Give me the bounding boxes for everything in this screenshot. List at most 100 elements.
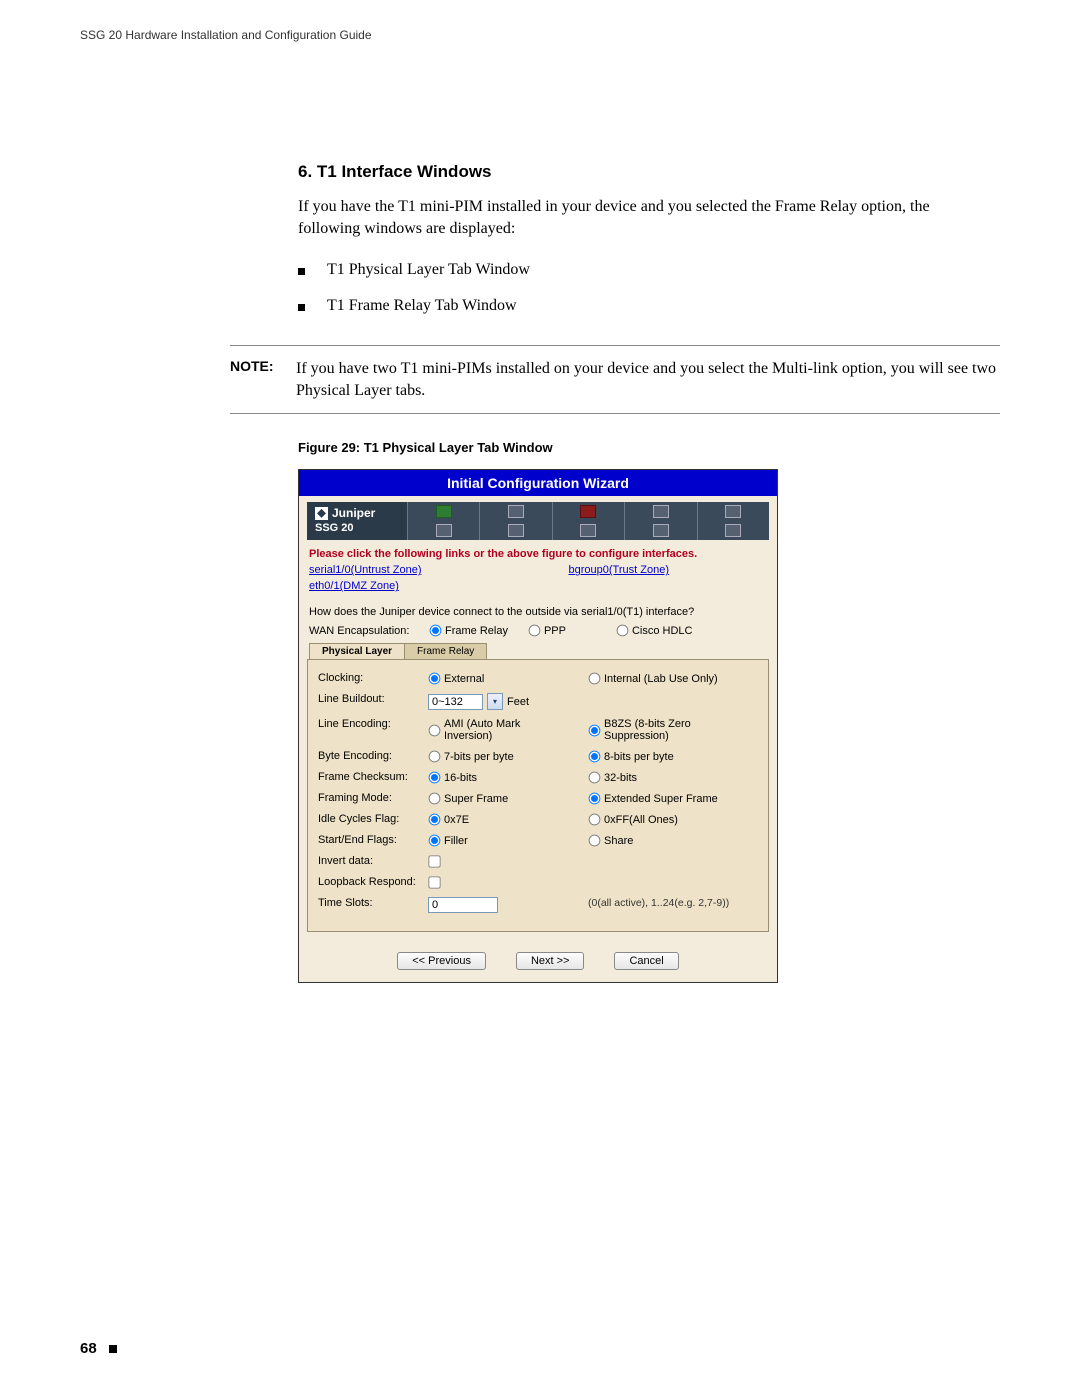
tab-frame-relay[interactable]: Frame Relay — [405, 643, 487, 659]
port-icon[interactable] — [436, 505, 452, 518]
radio-label: 0x7E — [444, 814, 469, 826]
field-label: Byte Encoding: — [318, 750, 428, 762]
radio-label: 7-bits per byte — [444, 751, 514, 763]
intro-paragraph: If you have the T1 mini-PIM installed in… — [298, 196, 940, 239]
tab-physical-layer[interactable]: Physical Layer — [309, 643, 405, 659]
bullet-icon — [298, 304, 305, 311]
radio-input[interactable] — [429, 673, 441, 685]
radio-input[interactable] — [429, 835, 441, 847]
radio-label: Frame Relay — [445, 625, 508, 637]
radio-input[interactable] — [589, 793, 601, 805]
radio-input[interactable] — [589, 673, 601, 685]
port-icon[interactable] — [508, 505, 524, 518]
radio-label: Filler — [444, 835, 468, 847]
port-icon[interactable] — [653, 524, 669, 537]
checkbox-loopback[interactable] — [428, 877, 440, 889]
radio-ppp[interactable]: PPP — [528, 624, 566, 637]
juniper-logo-icon — [315, 507, 328, 520]
row-line-buildout: Line Buildout: ▾ Feet — [318, 693, 758, 710]
radio-32bits[interactable]: 32-bits — [588, 771, 637, 784]
radio-input[interactable] — [589, 772, 601, 784]
radio-input[interactable] — [589, 725, 601, 737]
device-badge: Juniper SSG 20 — [307, 502, 407, 540]
radio-input[interactable] — [430, 625, 442, 637]
port-icon[interactable] — [580, 524, 596, 537]
port-icon[interactable] — [725, 505, 741, 518]
radio-label: Super Frame — [444, 793, 508, 805]
wizard-banner: Juniper SSG 20 — [299, 496, 777, 540]
port-icon[interactable] — [508, 524, 524, 537]
footer-square-icon — [109, 1345, 117, 1353]
radio-input[interactable] — [589, 835, 601, 847]
running-head: SSG 20 Hardware Installation and Configu… — [80, 28, 1000, 42]
wizard-title: Initial Configuration Wizard — [299, 470, 777, 496]
field-label: Frame Checksum: — [318, 771, 428, 783]
device-model: SSG 20 — [315, 522, 399, 534]
radio-cisco-hdlc[interactable]: Cisco HDLC — [616, 624, 693, 637]
radio-label: 16-bits — [444, 772, 477, 784]
radio-label: AMI (Auto Mark Inversion) — [444, 718, 568, 742]
radio-label: Cisco HDLC — [632, 625, 693, 637]
row-line-encoding: Line Encoding: AMI (Auto Mark Inversion)… — [318, 718, 758, 742]
radio-7bits[interactable]: 7-bits per byte — [428, 750, 514, 763]
port-icon[interactable] — [725, 524, 741, 537]
link-bgroup-interface[interactable]: bgroup0(Trust Zone) — [569, 564, 669, 576]
link-eth-interface[interactable]: eth0/1(DMZ Zone) — [309, 580, 399, 592]
radio-input[interactable] — [429, 725, 441, 737]
radio-share[interactable]: Share — [588, 834, 633, 847]
radio-0xff[interactable]: 0xFF(All Ones) — [588, 813, 678, 826]
bullet-item: T1 Physical Layer Tab Window — [298, 261, 1000, 279]
tab-strip: Physical Layer Frame Relay — [299, 643, 777, 659]
previous-button[interactable]: << Previous — [397, 952, 486, 970]
port-icon[interactable] — [580, 505, 596, 518]
wan-encaps-label: WAN Encapsulation: — [309, 625, 429, 637]
port-icon[interactable] — [436, 524, 452, 537]
radio-b8zs[interactable]: B8ZS (8-bits Zero Suppression) — [588, 718, 738, 742]
bullet-list: T1 Physical Layer Tab Window T1 Frame Re… — [298, 261, 1000, 315]
row-invert-data: Invert data: — [318, 855, 758, 868]
radio-input[interactable] — [429, 751, 441, 763]
radio-clocking-external[interactable]: External — [428, 672, 484, 685]
radio-super-frame[interactable]: Super Frame — [428, 792, 508, 805]
radio-label: 8-bits per byte — [604, 751, 674, 763]
page-number: 68 — [80, 1340, 97, 1357]
wizard-panel: Initial Configuration Wizard Juniper SSG… — [298, 469, 778, 983]
note-block: NOTE: If you have two T1 mini-PIMs insta… — [230, 345, 1000, 414]
cancel-button[interactable]: Cancel — [614, 952, 678, 970]
checkbox-invert-data[interactable] — [428, 856, 440, 868]
radio-clocking-internal[interactable]: Internal (Lab Use Only) — [588, 672, 718, 685]
row-loopback: Loopback Respond: — [318, 876, 758, 889]
row-time-slots: Time Slots: (0(all active), 1..24(e.g. 2… — [318, 897, 758, 913]
radio-label: Internal (Lab Use Only) — [604, 673, 718, 685]
radio-0x7e[interactable]: 0x7E — [428, 813, 469, 826]
radio-input[interactable] — [617, 625, 629, 637]
radio-frame-relay[interactable]: Frame Relay — [429, 624, 508, 637]
radio-input[interactable] — [429, 772, 441, 784]
radio-input[interactable] — [429, 793, 441, 805]
radio-input[interactable] — [589, 814, 601, 826]
radio-ami[interactable]: AMI (Auto Mark Inversion) — [428, 718, 568, 742]
field-label: Line Buildout: — [318, 693, 428, 705]
radio-input[interactable] — [529, 625, 541, 637]
radio-8bits[interactable]: 8-bits per byte — [588, 750, 674, 763]
field-label: Start/End Flags: — [318, 834, 428, 846]
radio-filler[interactable]: Filler — [428, 834, 468, 847]
wan-encapsulation-row: WAN Encapsulation: Frame Relay PPP Cisco… — [299, 624, 777, 643]
row-start-end-flags: Start/End Flags: Filler Share — [318, 834, 758, 847]
radio-16bits[interactable]: 16-bits — [428, 771, 477, 784]
time-slots-hint: (0(all active), 1..24(e.g. 2,7-9)) — [588, 897, 729, 909]
field-label: Loopback Respond: — [318, 876, 428, 888]
port-icon[interactable] — [653, 505, 669, 518]
wizard-button-row: << Previous Next >> Cancel — [299, 944, 777, 982]
row-idle-cycles: Idle Cycles Flag: 0x7E 0xFF(All Ones) — [318, 813, 758, 826]
line-buildout-select[interactable] — [428, 694, 483, 710]
next-button[interactable]: Next >> — [516, 952, 585, 970]
radio-extended-super-frame[interactable]: Extended Super Frame — [588, 792, 718, 805]
row-frame-checksum: Frame Checksum: 16-bits 32-bits — [318, 771, 758, 784]
dropdown-icon[interactable]: ▾ — [487, 693, 503, 710]
radio-input[interactable] — [429, 814, 441, 826]
bullet-text: T1 Frame Relay Tab Window — [327, 297, 517, 315]
link-serial-interface[interactable]: serial1/0(Untrust Zone) — [309, 564, 422, 576]
time-slots-input[interactable] — [428, 897, 498, 913]
radio-input[interactable] — [589, 751, 601, 763]
